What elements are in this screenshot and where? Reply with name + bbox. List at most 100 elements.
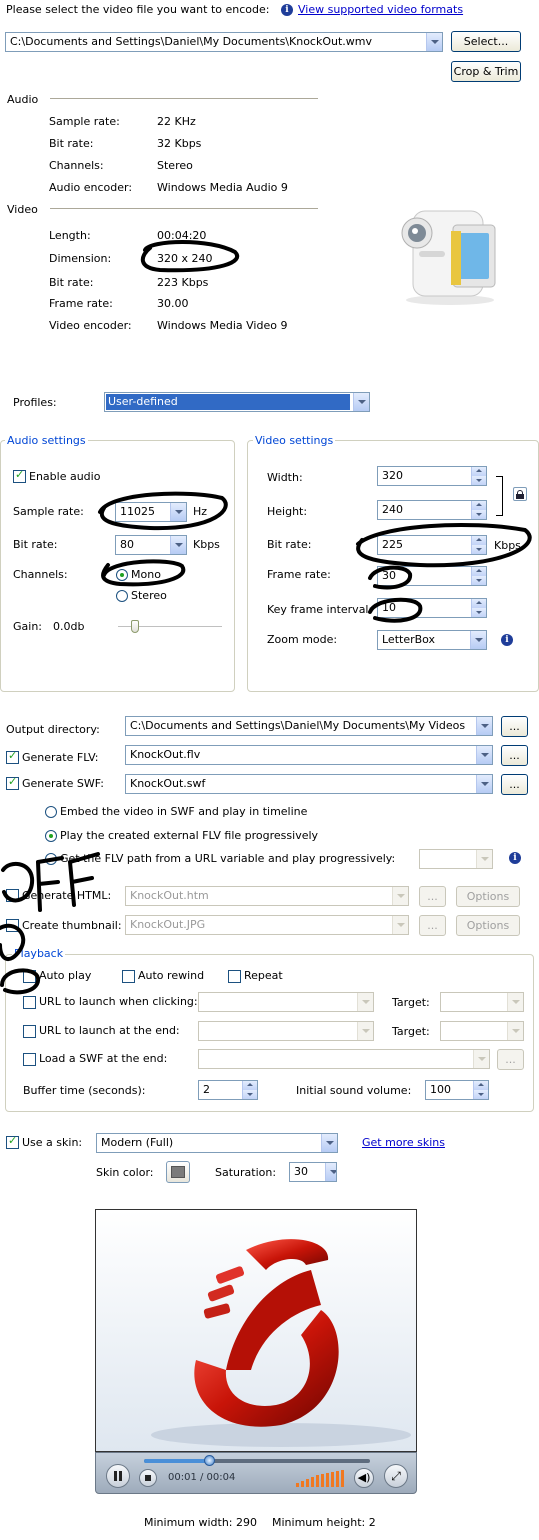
- spin-up-icon[interactable]: [471, 567, 486, 576]
- lock-icon[interactable]: [513, 487, 527, 501]
- spin-down-icon[interactable]: [473, 1090, 488, 1099]
- skin-combo[interactable]: Modern (Full): [96, 1133, 338, 1153]
- chevron-down-icon[interactable]: [426, 33, 442, 51]
- chevron-down-icon[interactable]: [476, 717, 492, 735]
- url-click-checkbox[interactable]: [23, 996, 36, 1009]
- spin-up-icon[interactable]: [242, 1081, 257, 1090]
- chevron-down-icon[interactable]: [507, 993, 523, 1011]
- repeat-checkbox[interactable]: [228, 970, 241, 983]
- profiles-combo[interactable]: User-defined: [104, 392, 370, 412]
- zoom-mode-combo[interactable]: LetterBox: [377, 630, 487, 650]
- spin-down-icon[interactable]: [471, 510, 486, 519]
- url-variable-combo[interactable]: [419, 849, 493, 869]
- url-end-checkbox[interactable]: [23, 1025, 36, 1038]
- use-skin-label: Use a skin:: [22, 1136, 83, 1149]
- gain-slider-thumb[interactable]: [131, 620, 139, 633]
- chevron-down-icon[interactable]: [170, 536, 186, 554]
- thumbnail-file-combo[interactable]: KnockOut.JPG: [125, 915, 409, 935]
- file-path-combo[interactable]: C:\Documents and Settings\Daniel\My Docu…: [5, 32, 443, 52]
- browse-output-button[interactable]: ...: [501, 716, 528, 737]
- url-end-target-combo[interactable]: [440, 1021, 524, 1041]
- sound-volume-spinner[interactable]: 100: [425, 1080, 489, 1100]
- progressive-radio[interactable]: [45, 830, 57, 842]
- chevron-down-icon[interactable]: [353, 393, 369, 411]
- speaker-icon[interactable]: ◀): [354, 1468, 374, 1488]
- chevron-down-icon[interactable]: [476, 775, 492, 793]
- select-button[interactable]: Select...: [451, 31, 521, 52]
- buffer-time-spinner[interactable]: 2: [198, 1080, 258, 1100]
- spin-down-icon[interactable]: [471, 608, 486, 617]
- chevron-down-icon[interactable]: [473, 1050, 489, 1068]
- info-icon[interactable]: i: [509, 852, 521, 864]
- browse-html-button[interactable]: ...: [419, 886, 446, 907]
- html-file-combo[interactable]: KnockOut.htm: [125, 886, 409, 906]
- key-frame-spinner[interactable]: 10: [377, 598, 487, 618]
- spin-up-icon[interactable]: [471, 501, 486, 510]
- stereo-radio[interactable]: [116, 590, 128, 602]
- info-row-value: 00:04:20: [157, 229, 207, 242]
- output-directory-combo[interactable]: C:\Documents and Settings\Daniel\My Docu…: [125, 716, 493, 736]
- spin-down-icon[interactable]: [471, 476, 486, 485]
- saturation-combo[interactable]: 30: [289, 1162, 337, 1182]
- supported-formats-link[interactable]: View supported video formats: [298, 3, 463, 17]
- chevron-down-icon[interactable]: [470, 631, 486, 649]
- mono-radio[interactable]: [116, 569, 128, 581]
- flv-file-combo[interactable]: KnockOut.flv: [125, 745, 493, 765]
- url-variable-radio[interactable]: [45, 853, 57, 865]
- load-swf-checkbox[interactable]: [23, 1053, 36, 1066]
- chevron-down-icon[interactable]: [392, 916, 408, 934]
- fullscreen-icon[interactable]: ⤢: [384, 1464, 408, 1488]
- height-spinner[interactable]: 240: [377, 500, 487, 520]
- spin-up-icon[interactable]: [473, 1081, 488, 1090]
- use-skin-checkbox[interactable]: [6, 1134, 19, 1149]
- chevron-down-icon[interactable]: [170, 503, 186, 521]
- embed-video-radio[interactable]: [45, 806, 57, 818]
- auto-rewind-checkbox[interactable]: [122, 970, 135, 983]
- chevron-down-icon[interactable]: [392, 887, 408, 905]
- spin-up-icon[interactable]: [471, 536, 486, 545]
- generate-html-checkbox[interactable]: [6, 889, 19, 902]
- audio-bit-rate-combo[interactable]: 80: [115, 535, 187, 555]
- generate-flv-checkbox[interactable]: [6, 749, 19, 764]
- chevron-down-icon[interactable]: [476, 746, 492, 764]
- html-options-button[interactable]: Options: [456, 886, 520, 907]
- url-click-target-combo[interactable]: [440, 992, 524, 1012]
- browse-flv-button[interactable]: ...: [501, 745, 528, 766]
- spin-up-icon[interactable]: [471, 467, 486, 476]
- spin-down-icon[interactable]: [471, 545, 486, 554]
- chevron-down-icon[interactable]: [321, 1134, 337, 1152]
- stop-button[interactable]: [139, 1469, 157, 1487]
- get-more-skins-link[interactable]: Get more skins: [362, 1136, 445, 1150]
- crop-trim-button[interactable]: Crop & Trim: [451, 61, 521, 82]
- chevron-down-icon[interactable]: [507, 1022, 523, 1040]
- volume-bars[interactable]: [296, 1469, 348, 1487]
- seek-thumb[interactable]: [204, 1455, 215, 1466]
- width-spinner[interactable]: 320: [377, 466, 487, 486]
- chevron-down-icon[interactable]: [476, 850, 492, 868]
- auto-play-checkbox[interactable]: [23, 970, 36, 983]
- frame-rate-spinner[interactable]: 30: [377, 566, 487, 586]
- sample-rate-combo[interactable]: 11025: [115, 502, 187, 522]
- thumbnail-options-button[interactable]: Options: [456, 915, 520, 936]
- spin-down-icon[interactable]: [242, 1090, 257, 1099]
- enable-audio-checkbox[interactable]: [13, 468, 26, 483]
- video-bit-rate-spinner[interactable]: 225: [377, 535, 487, 555]
- chevron-down-icon[interactable]: [325, 1163, 336, 1181]
- chevron-down-icon[interactable]: [357, 1022, 373, 1040]
- browse-load-swf-button[interactable]: ...: [497, 1049, 524, 1070]
- load-swf-combo[interactable]: [198, 1049, 490, 1069]
- info-row-value: 320 x 240: [157, 252, 213, 265]
- spin-down-icon[interactable]: [471, 576, 486, 585]
- pause-button[interactable]: [106, 1464, 130, 1488]
- browse-thumbnail-button[interactable]: ...: [419, 915, 446, 936]
- generate-swf-checkbox[interactable]: [6, 775, 19, 790]
- info-icon[interactable]: i: [501, 634, 513, 646]
- swf-file-combo[interactable]: KnockOut.swf: [125, 774, 493, 794]
- skin-color-button[interactable]: [166, 1161, 190, 1183]
- url-click-combo[interactable]: [198, 992, 374, 1012]
- create-thumbnail-checkbox[interactable]: [6, 919, 19, 932]
- chevron-down-icon[interactable]: [357, 993, 373, 1011]
- url-end-combo[interactable]: [198, 1021, 374, 1041]
- spin-up-icon[interactable]: [471, 599, 486, 608]
- browse-swf-button[interactable]: ...: [501, 774, 528, 795]
